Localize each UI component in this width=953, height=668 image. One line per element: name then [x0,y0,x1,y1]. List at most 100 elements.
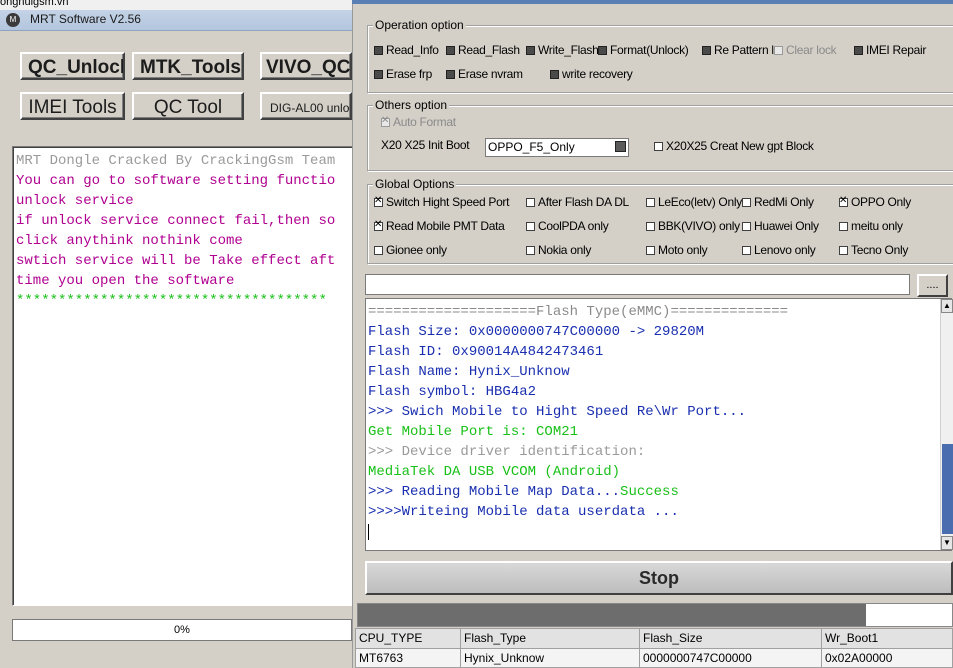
moto-only-checkbox[interactable]: Moto only [646,243,708,257]
log-line: >>>>Writeing Mobile data userdata ... [368,504,679,520]
read-mobile-pmt-data-checkbox[interactable]: Read Mobile PMT Data [374,219,505,233]
checkbox-box[interactable] [702,46,711,55]
checkbox-box[interactable] [526,222,535,231]
column-header: Flash_Size [639,628,822,649]
qc-unlock-button[interactable]: QC_Unlock [20,52,125,80]
checkbox-label: Gionee only [386,243,447,257]
erase-frp-checkbox[interactable]: Erase frp [374,67,432,81]
checkbox-label: Read_Info [386,43,439,57]
checkbox-box[interactable] [374,70,383,79]
dropdown-button[interactable] [615,141,626,152]
format-unlock-checkbox[interactable]: Format(Unlock) [598,43,689,57]
checkbox-box[interactable] [839,195,848,207]
log-scrollbar[interactable]: ▲ ▼ [940,299,953,550]
log-line: Flash Size: 0x0000000747C00000 -> 29820M [368,324,705,340]
checkbox-box[interactable] [526,198,535,207]
main-titlebar[interactable] [352,0,953,4]
checkbox-box[interactable] [646,246,655,255]
checkbox-box[interactable] [854,46,863,55]
progress-fill [358,604,866,626]
checkbox-label: BBK(VIVO) only [658,219,740,233]
checkbox-box[interactable] [526,46,535,55]
bg-log-line: ************************************* [16,293,327,309]
text-cursor [368,524,369,540]
tecno-only-checkbox[interactable]: Tecno Only [839,243,908,257]
redmi-only-checkbox[interactable]: RedMi Only [742,195,814,209]
mtk-tools-button[interactable]: MTK_Tools [132,52,244,80]
checkbox-box[interactable] [446,46,455,55]
checkbox-label: Format(Unlock) [610,43,689,57]
log-line: MediaTek DA USB VCOM (Android) [368,464,621,480]
checkbox-label: RedMi Only [754,195,814,209]
table-row: MT6763 Hynix_Unknow 0000000747C00000 0x0… [355,647,953,668]
read-flash-checkbox[interactable]: Read_Flash [446,43,520,57]
scroll-thumb[interactable] [942,444,953,534]
checkbox-box[interactable] [839,222,848,231]
dig-al00-unlock-button[interactable]: DIG-AL00 unlock [260,92,352,120]
stop-button[interactable]: Stop [365,561,953,595]
nokia-only-checkbox[interactable]: Nokia only [526,243,591,257]
checkbox-label: Erase frp [386,67,432,81]
gpt-block-checkbox[interactable]: X20X25 Creat New gpt Block [654,139,814,153]
re-pattern-checkbox[interactable]: Re Pattern l [702,43,774,57]
checkbox-label: IMEI Repair [866,43,927,57]
init-boot-select[interactable]: OPPO_F5_Only [485,138,629,157]
imei-repair-checkbox[interactable]: IMEI Repair [854,43,926,57]
write-recovery-checkbox[interactable]: write recovery [550,67,633,81]
checkbox-label: X20X25 Creat New gpt Block [666,139,814,153]
init-boot-value: OPPO_F5_Only [488,140,575,154]
checkbox-box[interactable] [742,246,751,255]
table-cell: MT6763 [355,647,461,668]
checkbox-box[interactable] [446,70,455,79]
lenovo-only-checkbox[interactable]: Lenovo only [742,243,816,257]
scroll-down-arrow-icon[interactable]: ▼ [941,536,953,550]
qc-tool-button[interactable]: QC Tool [132,92,244,120]
erase-nvram-checkbox[interactable]: Erase nvram [446,67,523,81]
checkbox-box[interactable] [598,46,607,55]
gionee-only-checkbox[interactable]: Gionee only [374,243,447,257]
browse-button[interactable]: .... [917,274,948,297]
scroll-up-arrow-icon[interactable]: ▲ [941,299,953,313]
meitu-only-checkbox[interactable]: meitu only [839,219,903,233]
switch-high-speed-port-checkbox[interactable]: Switch Hight Speed Port [374,195,509,209]
oppo-only-checkbox[interactable]: OPPO Only [839,195,911,209]
checkbox-box[interactable] [742,222,751,231]
operation-option-title: Operation option [373,18,466,32]
table-cell: 0x02A00000 [821,647,953,668]
checkbox-box[interactable] [374,219,383,231]
write-flash-checkbox[interactable]: Write_Flash [526,43,599,57]
checkbox-box[interactable] [742,198,751,207]
coolpda-only-checkbox[interactable]: CoolPDA only [526,219,609,233]
imei-tools-button[interactable]: IMEI Tools [20,92,125,120]
checkbox-box[interactable] [526,246,535,255]
bbk-vivo-only-checkbox[interactable]: BBK(VIVO) only [646,219,740,233]
after-flash-da-dl-checkbox[interactable]: After Flash DA DL [526,195,629,209]
checkbox-label: Erase nvram [458,67,523,81]
checkbox-box[interactable] [550,70,559,79]
checkbox-box[interactable] [646,222,655,231]
checkbox-box[interactable] [374,195,383,207]
log-line: Flash Name: Hynix_Unknow [368,364,570,380]
checkbox-box[interactable] [654,142,663,151]
checkbox-label: write recovery [562,67,633,81]
bg-log-line: time you open the software [16,273,235,289]
leeco-only-checkbox[interactable]: LeEco(letv) Only [646,195,742,209]
read-info-checkbox[interactable]: Read_Info [374,43,439,57]
checkbox-box [381,115,390,127]
checkbox-box[interactable] [646,198,655,207]
checkbox-box[interactable] [374,246,383,255]
huawei-only-checkbox[interactable]: Huawei Only [742,219,819,233]
checkbox-label: Huawei Only [754,219,819,233]
operation-option-group: Operation option [367,18,953,93]
checkbox-box [774,46,783,55]
table-header-row: CPU_TYPE Flash_Type Flash_Size Wr_Boot1 [355,628,953,649]
vivo-qc-button[interactable]: VIVO_QC [260,52,352,80]
auto-format-checkbox: Auto Format [381,115,456,129]
checkbox-box[interactable] [839,246,848,255]
checkbox-label: Read_Flash [458,43,520,57]
file-path-input[interactable] [365,274,910,295]
checkbox-label: Re Pattern l [714,43,774,57]
checkbox-label: Switch Hight Speed Port [386,195,510,209]
table-cell: 0000000747C00000 [639,647,822,668]
checkbox-box[interactable] [374,46,383,55]
